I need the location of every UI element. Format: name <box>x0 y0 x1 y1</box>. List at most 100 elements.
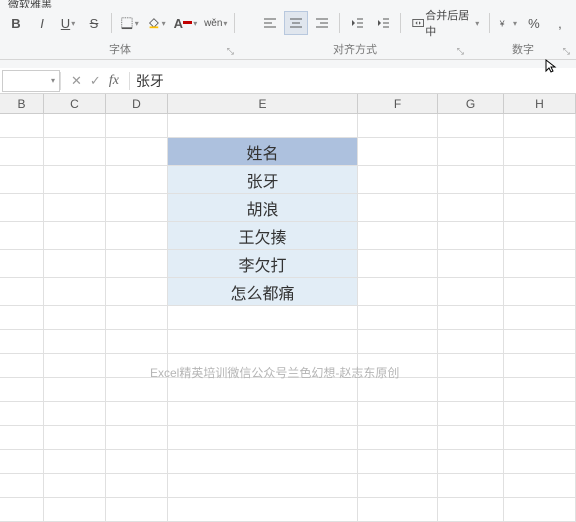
merge-center-button[interactable]: 合并后居中 ▾ <box>406 11 484 35</box>
cell[interactable] <box>504 498 576 522</box>
cell[interactable] <box>0 354 44 378</box>
cell[interactable] <box>438 250 504 278</box>
cell[interactable] <box>106 250 168 278</box>
bold-button[interactable]: B <box>4 11 28 35</box>
number-dialog-launcher[interactable]: ⤡ <box>563 46 570 57</box>
align-right-button[interactable] <box>310 11 334 35</box>
cell[interactable] <box>44 114 106 138</box>
confirm-button[interactable]: ✓ <box>90 73 101 89</box>
cell[interactable] <box>438 222 504 250</box>
cell[interactable] <box>0 450 44 474</box>
cell[interactable] <box>504 166 576 194</box>
cell[interactable] <box>438 306 504 330</box>
cell[interactable] <box>168 306 358 330</box>
cell[interactable] <box>504 354 576 378</box>
cell[interactable] <box>438 330 504 354</box>
cell[interactable] <box>44 354 106 378</box>
cell[interactable] <box>438 426 504 450</box>
cell[interactable] <box>0 250 44 278</box>
cell[interactable] <box>358 114 438 138</box>
cell[interactable] <box>358 402 438 426</box>
cell[interactable] <box>0 278 44 306</box>
cell[interactable] <box>106 474 168 498</box>
cell[interactable] <box>44 402 106 426</box>
cell[interactable] <box>358 330 438 354</box>
cell[interactable] <box>438 474 504 498</box>
cell[interactable] <box>168 498 358 522</box>
cell[interactable] <box>358 166 438 194</box>
percent-button[interactable]: % <box>522 11 546 35</box>
increase-indent-button[interactable] <box>371 11 395 35</box>
cell[interactable] <box>0 222 44 250</box>
cell[interactable] <box>106 354 168 378</box>
decrease-indent-button[interactable] <box>345 11 369 35</box>
name-box[interactable]: ▾ <box>2 70 60 92</box>
cell[interactable] <box>0 138 44 166</box>
cell[interactable] <box>438 138 504 166</box>
col-header-F[interactable]: F <box>358 94 438 113</box>
cell[interactable] <box>438 450 504 474</box>
cell[interactable] <box>438 166 504 194</box>
cell[interactable] <box>44 250 106 278</box>
cell[interactable] <box>106 426 168 450</box>
cell[interactable] <box>438 402 504 426</box>
col-header-D[interactable]: D <box>106 94 168 113</box>
cell[interactable] <box>44 278 106 306</box>
cell[interactable] <box>106 166 168 194</box>
cell[interactable] <box>168 354 358 378</box>
cell[interactable] <box>504 450 576 474</box>
cell[interactable] <box>44 138 106 166</box>
cell[interactable] <box>0 426 44 450</box>
col-header-H[interactable]: H <box>504 94 576 113</box>
cell[interactable] <box>438 194 504 222</box>
cell[interactable] <box>44 474 106 498</box>
font-dialog-launcher[interactable]: ⤡ <box>227 46 234 57</box>
cell[interactable] <box>504 402 576 426</box>
cell[interactable] <box>168 378 358 402</box>
cell[interactable] <box>358 194 438 222</box>
cell[interactable] <box>168 474 358 498</box>
cell[interactable] <box>0 498 44 522</box>
cell[interactable] <box>438 498 504 522</box>
cell[interactable] <box>44 498 106 522</box>
cell[interactable] <box>168 402 358 426</box>
cell[interactable] <box>0 114 44 138</box>
cell[interactable]: 姓名 <box>168 138 358 166</box>
cell[interactable] <box>358 222 438 250</box>
cell[interactable] <box>504 250 576 278</box>
cell[interactable] <box>438 114 504 138</box>
cell[interactable] <box>358 450 438 474</box>
italic-button[interactable]: I <box>30 11 54 35</box>
cell[interactable] <box>438 278 504 306</box>
cell[interactable] <box>44 426 106 450</box>
cell[interactable] <box>504 222 576 250</box>
cell[interactable]: 胡浪 <box>168 194 358 222</box>
phonetic-button[interactable]: wěn▾ <box>202 11 229 35</box>
cell[interactable] <box>504 306 576 330</box>
cell[interactable] <box>504 474 576 498</box>
cell[interactable] <box>504 330 576 354</box>
grid[interactable]: 姓名张牙胡浪王欠揍李欠打怎么都痛 <box>0 114 576 522</box>
col-header-E[interactable]: E <box>168 94 358 113</box>
align-left-button[interactable] <box>258 11 282 35</box>
cell[interactable] <box>168 450 358 474</box>
cell[interactable] <box>168 114 358 138</box>
cell[interactable] <box>504 278 576 306</box>
cell[interactable]: 李欠打 <box>168 250 358 278</box>
cell[interactable] <box>438 354 504 378</box>
align-center-button[interactable] <box>284 11 308 35</box>
cell[interactable]: 王欠揍 <box>168 222 358 250</box>
cell[interactable] <box>0 330 44 354</box>
cell[interactable] <box>358 498 438 522</box>
cell[interactable]: 怎么都痛 <box>168 278 358 306</box>
number-format-button[interactable]: ¥ ▾ <box>495 11 520 35</box>
cell[interactable] <box>168 426 358 450</box>
cell[interactable] <box>106 138 168 166</box>
underline-button[interactable]: U▾ <box>56 11 80 35</box>
cell[interactable] <box>106 498 168 522</box>
cell[interactable] <box>44 450 106 474</box>
col-header-C[interactable]: C <box>44 94 106 113</box>
cell[interactable] <box>44 306 106 330</box>
cell[interactable] <box>44 194 106 222</box>
col-header-G[interactable]: G <box>438 94 504 113</box>
